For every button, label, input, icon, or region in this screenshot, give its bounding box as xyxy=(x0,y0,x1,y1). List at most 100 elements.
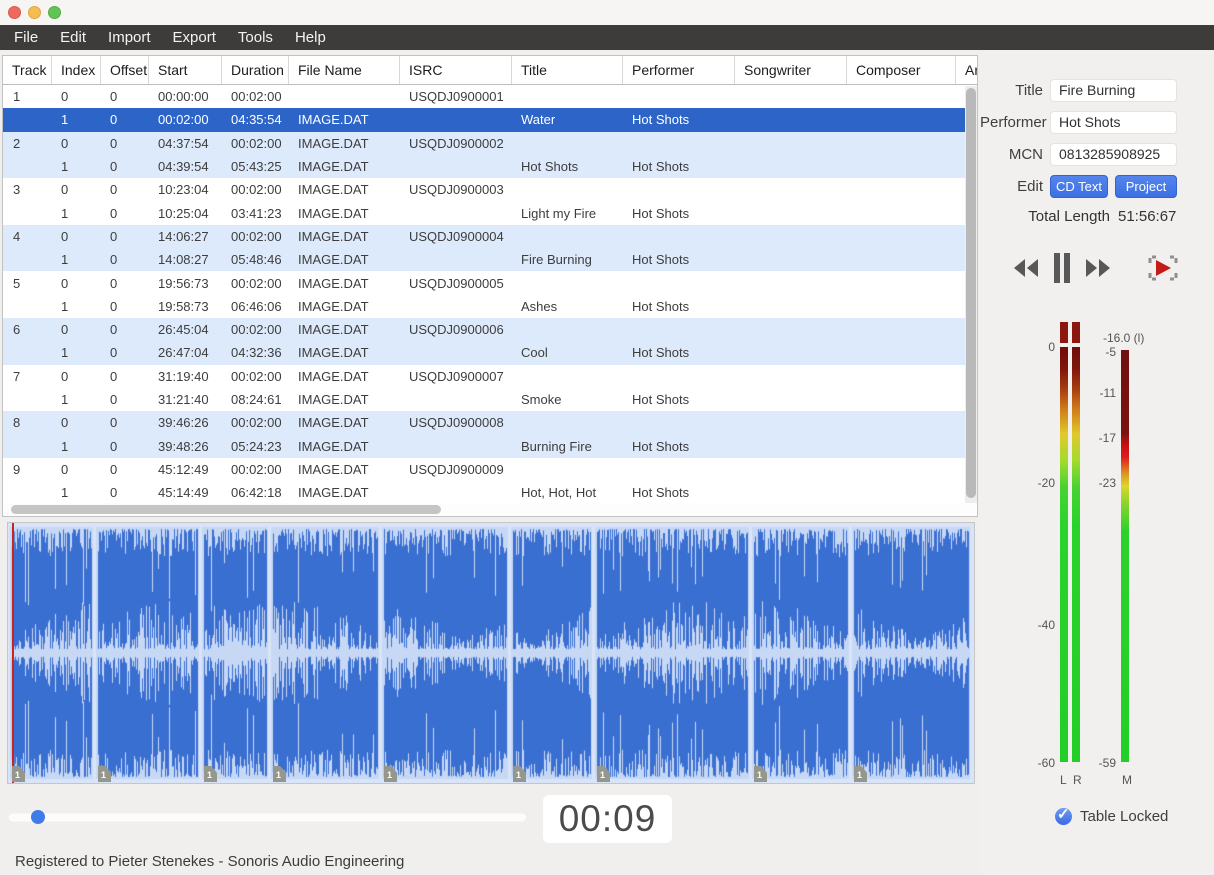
column-header-arr[interactable]: Arr xyxy=(955,56,978,84)
cell-offset: 0 xyxy=(100,206,148,221)
table-row[interactable]: 1010:25:0403:41:23IMAGE.DATLight my Fire… xyxy=(3,201,977,224)
cell-start: 10:25:04 xyxy=(148,206,221,221)
track-table: TrackIndexOffsetStartDurationFile NameIS… xyxy=(2,55,978,517)
project-button[interactable]: Project xyxy=(1115,175,1177,198)
table-row[interactable]: 70031:19:4000:02:00IMAGE.DATUSQDJ0900007 xyxy=(3,365,977,388)
table-row[interactable]: 1004:39:5405:43:25IMAGE.DATHot ShotsHot … xyxy=(3,155,977,178)
cell-track: 7 xyxy=(3,369,51,384)
table-row[interactable]: 90045:12:4900:02:00IMAGE.DATUSQDJ0900009 xyxy=(3,458,977,481)
horizontal-scrollbar-thumb[interactable] xyxy=(11,505,441,514)
zoom-window-icon[interactable] xyxy=(48,6,61,19)
table-row[interactable]: 40014:06:2700:02:00IMAGE.DATUSQDJ0900004 xyxy=(3,225,977,248)
column-header-duration[interactable]: Duration xyxy=(221,56,288,84)
cell-file: IMAGE.DAT xyxy=(288,345,399,360)
cell-title: Hot, Hot, Hot xyxy=(511,485,622,500)
column-header-offset[interactable]: Offset xyxy=(100,56,148,84)
cell-start: 39:46:26 xyxy=(148,415,221,430)
cell-index: 0 xyxy=(51,89,100,104)
channel-label-right: R xyxy=(1073,773,1082,787)
table-row[interactable]: 1031:21:4008:24:61IMAGE.DATSmokeHot Shot… xyxy=(3,388,977,411)
channel-label-mid: M xyxy=(1122,773,1132,787)
cell-duration: 04:32:36 xyxy=(221,345,288,360)
table-row[interactable]: 10000:00:0000:02:00USQDJ0900001 xyxy=(3,85,977,108)
menu-import[interactable]: Import xyxy=(108,29,151,46)
table-row[interactable]: 50019:56:7300:02:00IMAGE.DATUSQDJ0900005 xyxy=(3,271,977,294)
seek-slider-thumb[interactable] xyxy=(31,810,45,824)
cell-start: 31:19:40 xyxy=(148,369,221,384)
cell-offset: 0 xyxy=(100,112,148,127)
column-header-index[interactable]: Index xyxy=(51,56,100,84)
rewind-icon[interactable] xyxy=(1012,258,1040,283)
performer-field[interactable]: Hot Shots xyxy=(1050,111,1177,134)
waveform-canvas[interactable] xyxy=(8,523,974,783)
cell-duration: 06:46:06 xyxy=(221,299,288,314)
cell-offset: 0 xyxy=(100,439,148,454)
table-row[interactable]: 1045:14:4906:42:18IMAGE.DATHot, Hot, Hot… xyxy=(3,481,977,504)
column-header-file-name[interactable]: File Name xyxy=(288,56,399,84)
table-row[interactable]: 1019:58:7306:46:06IMAGE.DATAshesHot Shot… xyxy=(3,295,977,318)
cell-title: Smoke xyxy=(511,392,622,407)
menu-edit[interactable]: Edit xyxy=(60,29,86,46)
cell-index: 1 xyxy=(51,252,100,267)
vertical-scrollbar[interactable] xyxy=(965,86,977,505)
registration-status: Registered to Pieter Stenekes - Sonoris … xyxy=(15,853,404,870)
cell-file: IMAGE.DAT xyxy=(288,392,399,407)
cd-text-button[interactable]: CD Text xyxy=(1050,175,1108,198)
seek-slider[interactable] xyxy=(8,813,527,822)
menu-help[interactable]: Help xyxy=(295,29,326,46)
cell-isrc: USQDJ0900004 xyxy=(399,229,511,244)
table-row[interactable]: 60026:45:0400:02:00IMAGE.DATUSQDJ0900006 xyxy=(3,318,977,341)
horizontal-scrollbar[interactable] xyxy=(3,503,977,516)
cell-start: 04:39:54 xyxy=(148,159,221,174)
minimize-window-icon[interactable] xyxy=(28,6,41,19)
table-row[interactable]: 1014:08:2705:48:46IMAGE.DATFire BurningH… xyxy=(3,248,977,271)
cell-isrc: USQDJ0900003 xyxy=(399,182,511,197)
meter-bar-mid xyxy=(1121,350,1129,762)
table-locked-checkbox[interactable]: ✓ xyxy=(1055,808,1072,825)
table-row[interactable]: 20004:37:5400:02:00IMAGE.DATUSQDJ0900002 xyxy=(3,132,977,155)
cell-isrc: USQDJ0900007 xyxy=(399,369,511,384)
cell-track: 8 xyxy=(3,415,51,430)
column-header-track[interactable]: Track xyxy=(3,56,51,84)
menu-file[interactable]: File xyxy=(14,29,38,46)
column-header-songwriter[interactable]: Songwriter xyxy=(734,56,846,84)
cell-start: 04:37:54 xyxy=(148,136,221,151)
cell-offset: 0 xyxy=(100,299,148,314)
cell-index: 1 xyxy=(51,485,100,500)
fast-forward-icon[interactable] xyxy=(1084,258,1112,283)
menu-tools[interactable]: Tools xyxy=(238,29,273,46)
cell-file: IMAGE.DAT xyxy=(288,485,399,500)
column-header-title[interactable]: Title xyxy=(511,56,622,84)
cell-duration: 00:02:00 xyxy=(221,415,288,430)
playhead-cursor[interactable] xyxy=(12,523,14,783)
table-row[interactable]: 1026:47:0404:32:36IMAGE.DATCoolHot Shots xyxy=(3,341,977,364)
column-header-start[interactable]: Start xyxy=(148,56,221,84)
column-header-performer[interactable]: Performer xyxy=(622,56,734,84)
cell-performer: Hot Shots xyxy=(622,299,734,314)
table-row[interactable]: 30010:23:0400:02:00IMAGE.DATUSQDJ0900003 xyxy=(3,178,977,201)
cell-performer: Hot Shots xyxy=(622,485,734,500)
meter-bar-right xyxy=(1072,347,1080,762)
table-row[interactable]: 1039:48:2605:24:23IMAGE.DATBurning FireH… xyxy=(3,434,977,457)
play-selection-icon[interactable] xyxy=(1147,253,1179,288)
cell-offset: 0 xyxy=(100,322,148,337)
waveform-display[interactable]: 111111111 xyxy=(7,522,975,784)
cell-performer: Hot Shots xyxy=(622,252,734,267)
menu-export[interactable]: Export xyxy=(173,29,216,46)
table-row[interactable]: 80039:46:2600:02:00IMAGE.DATUSQDJ0900008 xyxy=(3,411,977,434)
column-header-isrc[interactable]: ISRC xyxy=(399,56,511,84)
meter-bar-left xyxy=(1060,347,1068,762)
cell-duration: 00:02:00 xyxy=(221,182,288,197)
close-window-icon[interactable] xyxy=(8,6,21,19)
cell-title: Ashes xyxy=(511,299,622,314)
meter-scale-m23: -23 xyxy=(1078,476,1116,490)
cell-index: 1 xyxy=(51,345,100,360)
pause-icon[interactable] xyxy=(1053,252,1071,289)
column-header-composer[interactable]: Composer xyxy=(846,56,955,84)
table-header-row: TrackIndexOffsetStartDurationFile NameIS… xyxy=(3,56,977,85)
vertical-scrollbar-thumb[interactable] xyxy=(966,88,976,498)
mcn-field[interactable]: 0813285908925 xyxy=(1050,143,1177,166)
table-row[interactable]: 1000:02:0004:35:54IMAGE.DATWaterHot Shot… xyxy=(3,108,977,131)
title-field[interactable]: Fire Burning xyxy=(1050,79,1177,102)
cell-track: 4 xyxy=(3,229,51,244)
